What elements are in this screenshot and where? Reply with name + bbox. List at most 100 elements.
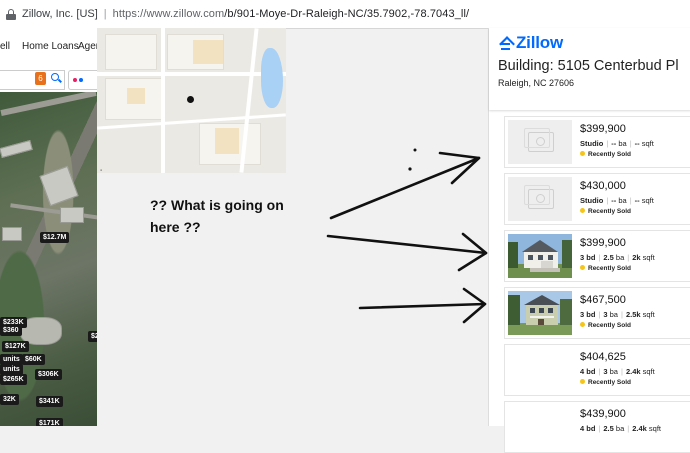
map-attribution: ● <box>100 168 103 172</box>
price-pin[interactable]: $2 <box>88 331 97 342</box>
listing-card[interactable]: $399,900 Studio | -- ba | -- sqft Recently S… <box>504 116 690 168</box>
arrowhead <box>438 151 481 185</box>
listing-card[interactable]: $399,900 3 bd | 2.5 ba | 2k sqft Recently So… <box>504 230 690 282</box>
listing-price: $404,625 <box>580 351 626 363</box>
price-pin[interactable]: $171K <box>36 418 63 426</box>
price-pin[interactable]: $127K <box>2 341 29 352</box>
sqft-unit: sqft <box>642 310 655 319</box>
filter-count-badge: 6 <box>35 72 46 85</box>
listing-beds: 3 bd <box>580 310 596 319</box>
listing-sqft: 2k <box>632 253 641 262</box>
baths-unit: ba <box>615 253 625 262</box>
ink-speck <box>413 148 417 152</box>
map-toggle-button[interactable] <box>68 70 98 90</box>
listing-sqft: -- <box>634 139 640 148</box>
status-text: Recently Sold <box>588 265 631 272</box>
price-pin[interactable]: units <box>0 364 23 375</box>
listing-photo <box>508 348 572 392</box>
location-pin-icon[interactable] <box>187 96 194 103</box>
sqft-unit: sqft <box>641 196 654 205</box>
price-pin[interactable]: $60K <box>22 354 45 365</box>
dot-icon <box>73 78 77 82</box>
annotation-line-1: ?? What is going on <box>150 197 284 213</box>
annotation-line-2: here ?? <box>150 219 201 235</box>
listing-price: $399,900 <box>580 123 626 135</box>
listing-status: Recently Sold <box>580 265 631 272</box>
listing-baths: 3 <box>603 367 608 376</box>
building-title: Building: 5105 Centerbud Pl <box>498 58 679 74</box>
sqft-unit: sqft <box>648 424 661 433</box>
listing-baths: -- <box>611 196 617 205</box>
map-building <box>127 88 145 104</box>
photo-placeholder-icon <box>508 177 572 221</box>
street-map-inset[interactable]: ● <box>97 28 286 173</box>
listing-status: Recently Sold <box>580 151 631 158</box>
baths-unit: ba <box>618 196 627 205</box>
satellite-map[interactable]: $12.7M $233K $360 $127K $2 $60K units $3… <box>0 92 97 426</box>
map-building <box>0 140 33 158</box>
price-pin[interactable]: $12.7M <box>40 232 70 243</box>
listing-baths: 3 <box>603 310 608 319</box>
search-row: 6 <box>0 66 98 93</box>
sqft-unit: sqft <box>642 253 655 262</box>
photo-placeholder-icon <box>508 120 572 164</box>
price-pin[interactable]: $341K <box>36 396 63 407</box>
listing-photo <box>508 291 572 335</box>
status-text: Recently Sold <box>588 208 631 215</box>
arrow-line <box>329 156 481 220</box>
status-dot-icon <box>580 208 585 213</box>
listing-facts: 3 bd | 2.5 ba | 2k sqft <box>580 253 655 262</box>
url-path: /b/901-Moye-Dr-Raleigh-NC/35.7902,-78.70… <box>224 8 470 20</box>
price-pin[interactable]: $265K <box>0 374 27 385</box>
listing-beds: 3 bd <box>580 253 596 262</box>
status-dot-icon <box>580 151 585 156</box>
sqft-unit: sqft <box>641 139 654 148</box>
dot-icon <box>79 78 83 82</box>
map-lake <box>261 48 283 108</box>
listing-card[interactable]: $430,000 Studio | -- ba | -- sqft Recently S… <box>504 173 690 225</box>
nav-item-home-loans[interactable]: Home Loans <box>22 41 79 52</box>
site-identity: Zillow, Inc. [US] <box>22 8 98 20</box>
listing-baths: 2.5 <box>603 424 614 433</box>
price-pin[interactable]: 32K <box>0 394 19 405</box>
arrow-line <box>326 234 488 255</box>
map-building <box>39 165 79 207</box>
building-panel: Zillow Building: 5105 Centerbud Pl Ralei… <box>488 28 690 453</box>
arrowhead <box>457 232 488 272</box>
zillow-logo-text: Zillow <box>516 33 563 52</box>
lock-icon <box>6 8 16 20</box>
browser-address-bar[interactable]: Zillow, Inc. [US] | https://www.zillow.c… <box>0 0 690 29</box>
listing-card[interactable]: $404,625 4 bd | 3 ba | 2.4k sqft Recently So… <box>504 344 690 396</box>
baths-unit: ba <box>609 367 618 376</box>
listing-card[interactable]: $467,500 3 bd | 3 ba | 2.5k sqft Recently So… <box>504 287 690 339</box>
price-pin[interactable]: $360 <box>0 325 22 336</box>
listing-status: Recently Sold <box>580 208 631 215</box>
listing-card[interactable]: $439,900 4 bd | 2.5 ba | 2.4k sqft <box>504 401 690 453</box>
listing-baths: 2.5 <box>603 253 614 262</box>
listing-baths: -- <box>611 139 617 148</box>
listing-beds: Studio <box>580 196 604 205</box>
price-pin[interactable]: $306K <box>35 369 62 380</box>
listing-beds: 4 bd <box>580 424 596 433</box>
listing-sqft: -- <box>634 196 640 205</box>
listing-facts: 4 bd | 3 ba | 2.4k sqft <box>580 367 655 376</box>
map-building <box>193 40 223 64</box>
map-block <box>105 34 157 70</box>
sqft-unit: sqft <box>642 367 655 376</box>
url-origin: https://www.zillow.com <box>112 8 225 20</box>
listing-sqft: 2.4k <box>625 367 641 376</box>
nav-item-sell[interactable]: ell <box>0 41 10 52</box>
listing-facts: Studio | -- ba | -- sqft <box>580 139 654 148</box>
building-subtitle: Raleigh, NC 27606 <box>498 78 575 88</box>
zillow-logo[interactable]: Zillow <box>498 33 563 52</box>
status-text: Recently Sold <box>588 379 631 386</box>
address-separator: | <box>103 8 107 20</box>
url-text[interactable]: https://www.zillow.com/b/901-Moye-Dr-Ral… <box>113 8 470 20</box>
listing-facts: 4 bd | 2.5 ba | 2.4k sqft <box>580 424 661 433</box>
house-photo-icon <box>508 234 572 278</box>
listing-photo <box>508 405 572 449</box>
map-road <box>0 92 97 117</box>
search-icon[interactable] <box>51 73 59 81</box>
baths-unit: ba <box>609 310 618 319</box>
listing-price: $399,900 <box>580 237 626 249</box>
